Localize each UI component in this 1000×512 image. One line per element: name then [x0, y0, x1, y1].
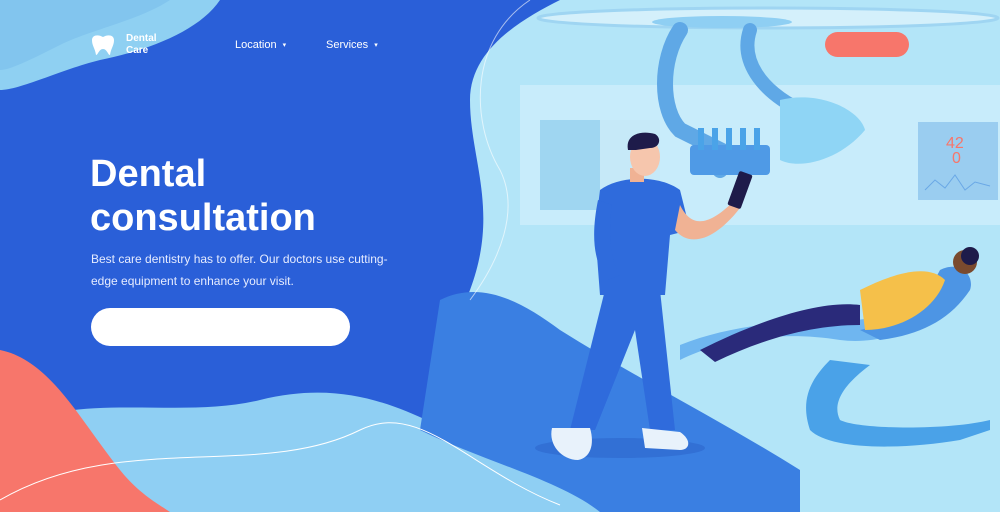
monitor-value-2: 0: [952, 150, 961, 167]
brand-line-1: Dental: [126, 33, 157, 44]
brand-name: Dental Care: [126, 33, 166, 57]
page-title: Dental consultation: [90, 152, 470, 240]
brand-logo[interactable]: Dental Care: [90, 33, 166, 57]
nav-services[interactable]: Services ▾: [326, 39, 378, 51]
title-line-2: consultation: [90, 197, 316, 239]
top-cta-button[interactable]: [825, 32, 909, 57]
patient-hair: [961, 247, 979, 265]
nav-location-label: Location: [235, 39, 277, 51]
brand-line-2: Care: [126, 45, 149, 56]
page: 42 0 Dental Care Location ▾ Services ▾ D…: [0, 0, 1000, 512]
xray-panel: [540, 120, 600, 210]
chevron-down-icon: ▾: [282, 42, 287, 49]
hero-input[interactable]: [91, 308, 350, 346]
nav-location[interactable]: Location ▾: [235, 39, 286, 51]
tooth-icon: [92, 35, 114, 55]
chevron-down-icon: ▾: [374, 42, 378, 49]
nav-services-label: Services: [326, 39, 369, 51]
title-line-1: Dental: [90, 153, 207, 195]
hero-subtitle: Best care dentistry has to offer. Our do…: [91, 252, 388, 288]
